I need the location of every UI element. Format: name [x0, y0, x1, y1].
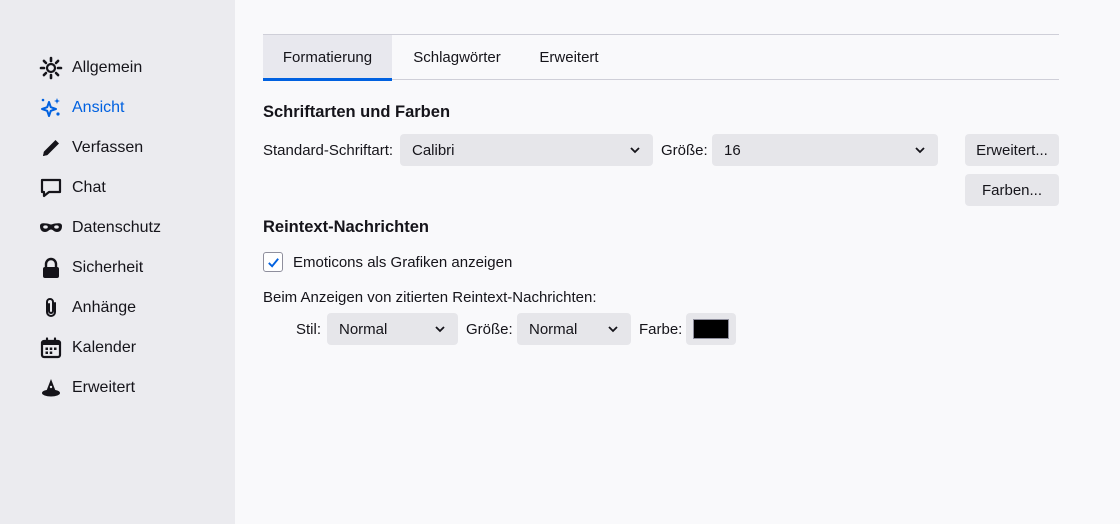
sidebar-item-erweitert[interactable]: Erweitert: [38, 374, 135, 402]
sidebar-item-label: Kalender: [72, 339, 137, 356]
gear-icon: [38, 56, 63, 81]
sidebar-item-anhaenge[interactable]: Anhänge: [38, 294, 136, 322]
sidebar-item-verfassen[interactable]: Verfassen: [38, 134, 143, 162]
pencil-icon: [38, 136, 63, 161]
sidebar-item-ansicht[interactable]: Ansicht: [38, 94, 124, 122]
sidebar-item-chat[interactable]: Chat: [38, 174, 106, 202]
mask-icon: [38, 216, 63, 241]
paperclip-icon: [38, 296, 63, 321]
chevron-down-icon: [435, 326, 445, 333]
default-font-label: Standard-Schriftart:: [263, 142, 394, 159]
section-heading-fonts-colors: Schriftarten und Farben: [263, 103, 451, 121]
wizard-hat-icon: [38, 376, 63, 401]
sidebar-item-kalender[interactable]: Kalender: [38, 334, 136, 362]
style-label: Stil:: [296, 321, 322, 338]
sidebar-item-label: Datenschutz: [72, 219, 161, 236]
font-size-label: Größe:: [661, 142, 708, 159]
tab-label: Erweitert: [539, 49, 599, 66]
sidebar-item-label: Anhänge: [72, 299, 137, 316]
quoted-size-select[interactable]: Normal: [517, 313, 631, 345]
default-font-value: Calibri: [412, 141, 455, 159]
sidebar: Allgemein Ansicht Verfassen Chat Datensc…: [0, 0, 235, 524]
button-label: Farben...: [981, 181, 1043, 199]
quoted-color-label: Farbe:: [639, 321, 683, 338]
sidebar-item-label: Ansicht: [72, 99, 125, 116]
sidebar-item-allgemein[interactable]: Allgemein: [38, 54, 142, 82]
font-size-select[interactable]: 16: [712, 134, 938, 166]
section-heading-plaintext: Reintext-Nachrichten: [263, 218, 429, 236]
sparkle-icon: [38, 96, 63, 121]
sidebar-item-label: Allgemein: [72, 59, 143, 76]
sidebar-item-label: Erweitert: [72, 379, 136, 396]
chevron-down-icon: [630, 147, 640, 154]
default-font-select[interactable]: Calibri: [400, 134, 653, 166]
tab-label: Formatierung: [282, 49, 373, 66]
tab-bar: Formatierung Schlagwörter Erweitert: [263, 34, 1059, 81]
quoted-style-value: Normal: [339, 320, 388, 338]
tab-formatierung[interactable]: Formatierung: [263, 35, 392, 81]
quoted-size-label: Größe:: [466, 321, 513, 338]
tab-label: Schlagwörter: [413, 49, 501, 66]
colors-button[interactable]: Farben...: [965, 174, 1059, 206]
tab-erweitert[interactable]: Erweitert: [522, 35, 616, 80]
calendar-icon: [38, 336, 63, 361]
emoticons-label: Emoticons als Grafiken anzeigen: [293, 254, 513, 271]
color-swatch: [693, 319, 729, 339]
quoted-style-select[interactable]: Normal: [327, 313, 458, 345]
sidebar-item-label: Chat: [72, 179, 106, 196]
advanced-fonts-button[interactable]: Erweitert...: [965, 134, 1059, 166]
lock-icon: [38, 256, 63, 281]
quoted-size-value: Normal: [529, 320, 578, 338]
emoticons-checkbox[interactable]: [263, 252, 283, 272]
quoted-text-label: Beim Anzeigen von zitierten Reintext-Nac…: [263, 289, 597, 306]
main-content: Formatierung Schlagwörter Erweitert Schr…: [263, 0, 1059, 524]
checkmark-icon: [267, 257, 279, 268]
tab-schlagwoerter[interactable]: Schlagwörter: [392, 35, 522, 80]
button-label: Erweitert...: [976, 141, 1048, 159]
chevron-down-icon: [915, 147, 925, 154]
sidebar-item-label: Sicherheit: [72, 259, 144, 276]
chat-icon: [38, 176, 63, 201]
sidebar-item-datenschutz[interactable]: Datenschutz: [38, 214, 161, 242]
font-size-value: 16: [724, 141, 741, 159]
chevron-down-icon: [608, 326, 618, 333]
sidebar-item-label: Verfassen: [72, 139, 144, 156]
quoted-color-picker[interactable]: [686, 313, 736, 345]
sidebar-item-sicherheit[interactable]: Sicherheit: [38, 254, 143, 282]
